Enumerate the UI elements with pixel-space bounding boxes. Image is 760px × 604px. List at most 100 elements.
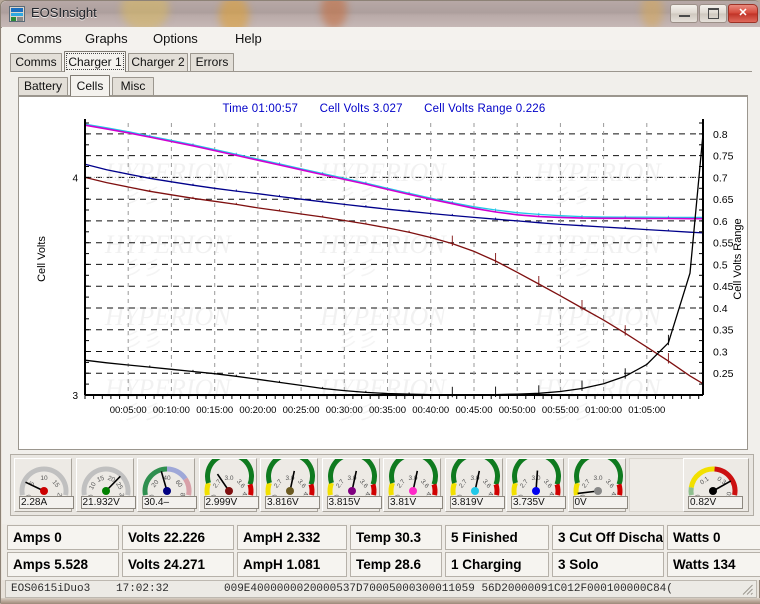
svg-text:01:00:00: 01:00:00 [585, 405, 622, 416]
svg-text:00:30:00: 00:30:00 [326, 405, 363, 416]
svg-text:Cell Volts Range: Cell Volts Range [732, 218, 744, 299]
svg-text:4: 4 [72, 173, 78, 184]
svg-text:00:10:00: 00:10:00 [153, 405, 190, 416]
svg-text:3: 3 [72, 391, 78, 402]
tab-misc[interactable]: Misc [112, 77, 154, 95]
svg-text:0.3: 0.3 [716, 476, 728, 487]
svg-text:HYPERION: HYPERION [104, 374, 232, 403]
cell-6-gauge-value: 3.735V [511, 496, 566, 509]
chart-svg[interactable]: HYPERION彡彡HYPERION彡彡HYPERION彡彡HYPERION彡彡… [19, 97, 747, 449]
tab-errors[interactable]: Errors [190, 53, 234, 71]
menu-item-help[interactable]: Help [228, 30, 269, 48]
svg-text:00:05:00: 00:05:00 [110, 405, 147, 416]
svg-text:15: 15 [96, 475, 106, 484]
glass-blur-1 [121, 1, 169, 27]
cell-4-gauge-dial: 02.73.03.64.2 [388, 459, 438, 499]
status-cell: Volts 24.271 [122, 552, 234, 577]
svg-text:3.6: 3.6 [603, 478, 614, 490]
tab-charger-1[interactable]: Charger 1 [64, 51, 126, 72]
svg-text:HYPERION: HYPERION [534, 374, 662, 403]
close-button[interactable]: ✕ [728, 4, 758, 23]
tab-battery[interactable]: Battery [18, 77, 68, 95]
cell-1-gauge-value: 2.999V [203, 496, 259, 509]
svg-text:3.6: 3.6 [357, 478, 368, 490]
tab-charger-2[interactable]: Charger 2 [128, 53, 188, 71]
cell-5-gauge-value: 3.819V [449, 496, 505, 509]
cell-3-gauge-dial: 02.73.03.64.2 [327, 459, 377, 499]
svg-text:00:20:00: 00:20:00 [239, 405, 276, 416]
status-cell: 1 Charging [445, 552, 549, 577]
svg-text:15: 15 [51, 479, 61, 489]
cell-1-gauge[interactable]: 02.73.03.64.22.999V [198, 458, 259, 512]
svg-text:0.7: 0.7 [713, 172, 728, 184]
volts-out-gauge-dial: 01015202530 [81, 466, 130, 499]
temp-gauge[interactable]: 02040608030.4– [137, 458, 197, 512]
cell-7-gauge[interactable]: 02.73.03.64.20V [567, 458, 628, 512]
svg-text:HYPERION: HYPERION [104, 230, 232, 259]
glass-blur-4 [641, 1, 663, 27]
temp-gauge-value: 30.4– [142, 496, 197, 509]
svg-text:0.3: 0.3 [713, 347, 728, 359]
svg-text:00:35:00: 00:35:00 [369, 405, 406, 416]
minimize-button[interactable] [670, 4, 698, 23]
balance-gauge[interactable]: 00.10.30.50.82V [683, 458, 749, 512]
svg-text:0.35: 0.35 [713, 325, 734, 337]
glass-blur-3 [321, 1, 347, 27]
svg-text:3.6: 3.6 [234, 478, 245, 490]
cell-2-gauge-dial: 02.73.03.64.2 [265, 459, 315, 499]
menu-item-graphs[interactable]: Graphs [78, 30, 135, 48]
amps-out-gauge-value: 2.28A [19, 496, 74, 509]
cell-5-gauge[interactable]: 02.73.03.64.23.819V [444, 458, 505, 512]
svg-text:HYPERION: HYPERION [534, 230, 662, 259]
maximize-button[interactable] [699, 4, 727, 23]
menu-item-options[interactable]: Options [146, 30, 205, 48]
svg-text:2.7: 2.7 [519, 478, 530, 490]
cell-7-gauge-value: 0V [572, 496, 628, 509]
svg-text:Cell Volts: Cell Volts [36, 236, 48, 282]
cell-5-gauge-dial: 02.73.03.64.2 [450, 459, 500, 499]
svg-text:3.6: 3.6 [419, 478, 430, 490]
svg-text:3.0: 3.0 [224, 475, 233, 482]
svg-text:00:50:00: 00:50:00 [499, 405, 536, 416]
status-cell: Volts 22.226 [122, 525, 234, 550]
cell-3-gauge-value: 3.815V [326, 496, 382, 509]
menu-item-comms[interactable]: Comms [10, 30, 69, 48]
balance-gauge-dial: 00.10.30.5 [688, 466, 738, 499]
cell-6-gauge-dial: 02.73.03.64.2 [511, 459, 561, 499]
tab-cells[interactable]: Cells [70, 75, 110, 96]
status-cell: 5 Finished [445, 525, 549, 550]
tab-comms[interactable]: Comms [10, 53, 62, 71]
application-window: EOSInsight ✕ Comms Graphs Options Help C… [0, 0, 760, 604]
close-icon: ✕ [738, 7, 748, 19]
amps-out-gauge-dial: 05101520 [19, 466, 69, 499]
svg-text:60: 60 [174, 479, 184, 489]
amps-out-gauge[interactable]: 051015202.28A [14, 458, 74, 512]
cell-4-gauge[interactable]: 02.73.03.64.23.81V [383, 458, 443, 512]
svg-text:0.4: 0.4 [713, 303, 728, 315]
status-table-row-1: Amps 0 Volts 22.226 AmpH 2.332 Temp 30.3 5 F… [7, 525, 760, 550]
svg-text:3.6: 3.6 [480, 478, 491, 490]
cell-2-gauge-value: 3.816V [265, 496, 320, 509]
cell-8-gauge[interactable] [629, 458, 687, 512]
menu-bar: Comms Graphs Options Help [2, 27, 760, 51]
cell-6-gauge[interactable]: 02.73.03.64.23.735V [506, 458, 566, 512]
status-bar: EOS0615iDuo3 17:02:32 009E40000000200005… [5, 580, 757, 598]
cell-7-gauge-dial: 02.73.03.64.2 [573, 459, 623, 499]
svg-text:0.5: 0.5 [713, 259, 728, 271]
cell-3-gauge[interactable]: 02.73.03.64.23.815V [321, 458, 382, 512]
svg-text:0.55: 0.55 [713, 238, 734, 250]
volts-out-gauge[interactable]: 0101520253021.932V [75, 458, 136, 512]
status-bar-time: 17:02:32 [116, 583, 169, 595]
title-bar: EOSInsight ✕ [1, 1, 760, 28]
svg-text:01:05:00: 01:05:00 [628, 405, 665, 416]
svg-text:0.8: 0.8 [713, 129, 728, 141]
svg-text:10: 10 [40, 475, 48, 482]
svg-text:3.6: 3.6 [542, 478, 553, 490]
svg-text:0.6: 0.6 [713, 216, 728, 228]
status-cell: Amps 0 [7, 525, 119, 550]
status-cell: Watts 134 [667, 552, 760, 577]
resize-grip[interactable] [741, 583, 754, 596]
svg-text:20: 20 [150, 479, 160, 489]
chart-panel: Time 01:00:57 Cell Volts 3.027 Cell Volt… [18, 96, 748, 450]
cell-2-gauge[interactable]: 02.73.03.64.23.816V [260, 458, 320, 512]
